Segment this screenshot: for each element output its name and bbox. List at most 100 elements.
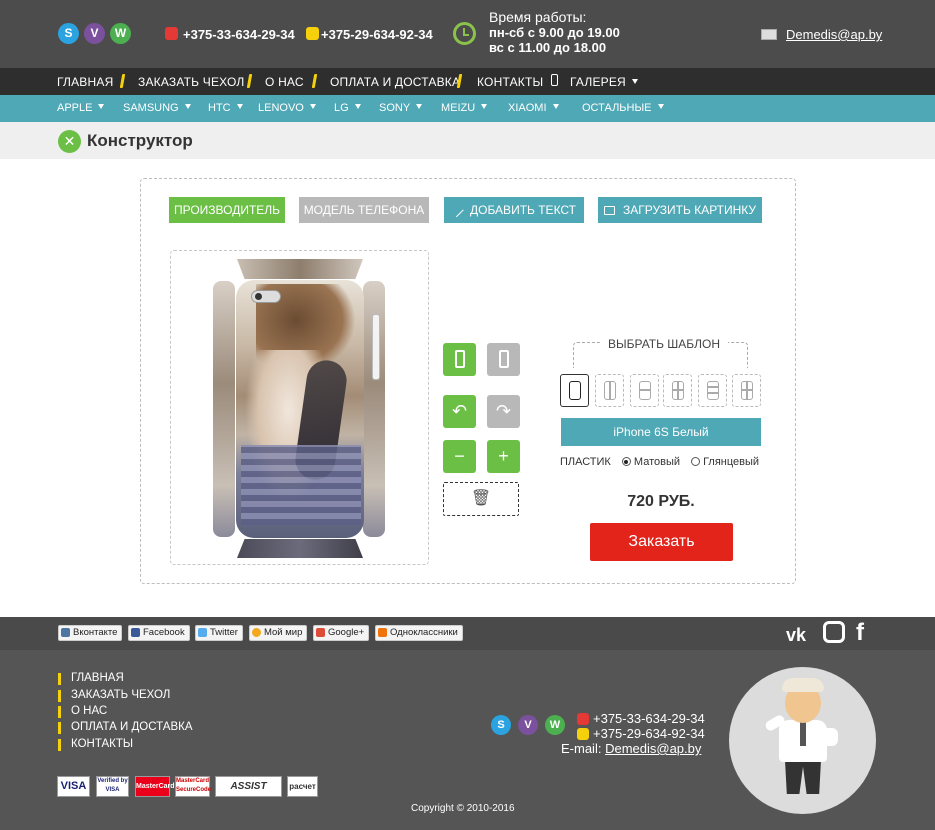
delete-button[interactable]: 🗑 — [443, 482, 519, 516]
upload-image-button[interactable]: ЗАГРУЗИТЬ КАРТИНКУ — [598, 197, 762, 223]
mts-icon — [165, 27, 178, 40]
mascot-tie — [800, 722, 806, 746]
template-option-2[interactable] — [595, 374, 624, 407]
vk-share-icon — [61, 628, 70, 637]
footer-phone-1[interactable]: +375-33-634-29-34 — [593, 711, 705, 726]
nav-separator — [119, 74, 126, 88]
footer-phone-2[interactable]: +375-29-634-92-34 — [593, 726, 705, 741]
header-phone-1[interactable]: +375-33-634-29-34 — [183, 27, 295, 42]
nav-separator — [246, 74, 253, 88]
brand-item-xiaomi[interactable]: XIAOMI — [508, 102, 559, 114]
nav-item-home[interactable]: ГЛАВНАЯ — [57, 75, 113, 89]
share-googleplus-button[interactable]: Google+ — [313, 625, 370, 641]
header-phone-2[interactable]: +375-29-634-92-34 — [321, 27, 433, 42]
template-horizontal-split-icon — [639, 381, 651, 400]
skype-icon[interactable]: S — [58, 23, 79, 44]
mymir-share-icon — [252, 628, 261, 637]
instagram-icon[interactable] — [823, 621, 845, 643]
brand-item-sony[interactable]: SONY — [379, 102, 423, 114]
working-hours: Время работы: пн-сб с 9.00 до 19.00 вс с… — [489, 9, 620, 56]
template-quad-icon — [672, 381, 684, 400]
glossy-label[interactable]: Глянцевый — [703, 456, 759, 468]
template-option-1[interactable] — [560, 374, 589, 407]
chevron-down-icon — [98, 104, 105, 109]
chevron-down-icon — [354, 104, 361, 109]
case-top-edge — [237, 259, 363, 279]
chevron-down-icon — [309, 104, 316, 109]
zoom-in-icon: + — [498, 446, 509, 466]
hours-sunday: вс с 11.00 до 18.00 — [489, 40, 607, 55]
nav-item-about[interactable]: О НАС — [265, 75, 304, 89]
brand-label: LENOVO — [258, 102, 304, 114]
order-button[interactable]: Заказать — [590, 523, 733, 561]
manufacturer-button[interactable]: ПРОИЗВОДИТЕЛЬ — [169, 197, 285, 223]
case-design-image[interactable] — [236, 280, 364, 538]
footer-viber-icon[interactable]: V — [518, 715, 538, 735]
share-ok-button[interactable]: Одноклассники — [375, 625, 463, 641]
copyright: Copyright © 2010-2016 — [411, 803, 515, 814]
nav-item-order-case[interactable]: ЗАКАЗАТЬ ЧЕХОЛ — [138, 75, 244, 89]
header-email-link[interactable]: Demedis@ap.by — [786, 27, 882, 42]
footer-whatsapp-icon[interactable]: W — [545, 715, 565, 735]
case-left-edge — [213, 281, 235, 537]
matte-label[interactable]: Матовый — [634, 456, 680, 468]
share-mymir-button[interactable]: Мой мир — [249, 625, 308, 641]
case-bottom-edge — [237, 539, 363, 558]
selected-model-display[interactable]: iPhone 6S Белый — [561, 418, 761, 446]
zoom-out-icon: − — [454, 446, 465, 466]
footer-nav-home[interactable]: ГЛАВНАЯ — [58, 672, 124, 685]
matte-radio[interactable] — [621, 457, 631, 466]
share-vk-button[interactable]: Вконтакте — [58, 625, 123, 641]
brand-item-meizu[interactable]: MEIZU — [441, 102, 488, 114]
chevron-down-icon — [236, 104, 243, 109]
undo-icon: ↶ — [451, 401, 468, 421]
phone-model-button[interactable]: МОДЕЛЬ ТЕЛЕФОНА — [299, 197, 429, 223]
mascot-arm — [822, 728, 838, 746]
vk-icon[interactable]: vk — [786, 625, 806, 646]
footer-skype-icon[interactable]: S — [491, 715, 511, 735]
redo-icon: ↷ — [495, 401, 512, 421]
brand-item-htc[interactable]: HTC — [208, 102, 243, 114]
footer-nav-about[interactable]: О НАС — [58, 705, 107, 718]
template-option-3[interactable] — [630, 374, 659, 407]
share-twitter-button[interactable]: Twitter — [195, 625, 243, 641]
brand-item-lenovo[interactable]: LENOVO — [258, 102, 316, 114]
brand-item-others[interactable]: ОСТАЛЬНЫЕ — [582, 102, 664, 114]
pencil-icon — [450, 203, 464, 218]
brand-item-samsung[interactable]: SAMSUNG — [123, 102, 191, 114]
phone-unfolded-icon — [454, 350, 465, 368]
facebook-icon[interactable]: f — [856, 619, 864, 647]
template-option-5[interactable] — [698, 374, 727, 407]
undo-button[interactable]: ↶ — [443, 395, 476, 428]
zoom-out-button[interactable]: − — [443, 440, 476, 473]
footer-nav-payment-delivery[interactable]: ОПЛАТА И ДОСТАВКА — [58, 721, 193, 734]
footer-nav-order-case[interactable]: ЗАКАЗАТЬ ЧЕХОЛ — [58, 689, 170, 702]
main-nav: ГЛАВНАЯ ЗАКАЗАТЬ ЧЕХОЛ О НАС ОПЛАТА И ДО… — [0, 68, 935, 95]
clock-icon — [453, 22, 476, 45]
case-view-3d-button[interactable] — [487, 343, 520, 376]
footer-email-link[interactable]: Demedis@ap.by — [605, 741, 701, 756]
brand-label: SAMSUNG — [123, 102, 179, 114]
brand-item-apple[interactable]: APPLE — [57, 102, 105, 114]
brand-item-lg[interactable]: LG — [334, 102, 361, 114]
template-option-6[interactable] — [732, 374, 761, 407]
image-icon — [603, 206, 615, 215]
template-option-4[interactable] — [663, 374, 692, 407]
nav-item-payment-delivery[interactable]: ОПЛАТА И ДОСТАВКА — [330, 75, 460, 89]
mobile-phone-icon — [551, 74, 558, 86]
chevron-down-icon — [481, 104, 488, 109]
zoom-in-button[interactable]: + — [487, 440, 520, 473]
add-text-label: ДОБАВИТЬ ТЕКСТ — [469, 203, 577, 217]
case-view-flat-button[interactable] — [443, 343, 476, 376]
hours-title: Время работы: — [489, 9, 587, 25]
nav-item-contacts[interactable]: КОНТАКТЫ — [477, 75, 543, 89]
brand-label: APPLE — [57, 102, 93, 114]
viber-icon[interactable]: V — [84, 23, 105, 44]
add-text-button[interactable]: ДОБАВИТЬ ТЕКСТ — [444, 197, 584, 223]
whatsapp-icon[interactable]: W — [110, 23, 131, 44]
nav-item-gallery[interactable]: ГАЛЕРЕЯ — [570, 75, 638, 89]
glossy-radio[interactable] — [691, 457, 701, 466]
redo-button[interactable]: ↷ — [487, 395, 520, 428]
footer-nav-contacts[interactable]: КОНТАКТЫ — [58, 738, 133, 751]
share-facebook-button[interactable]: Facebook — [128, 625, 190, 641]
